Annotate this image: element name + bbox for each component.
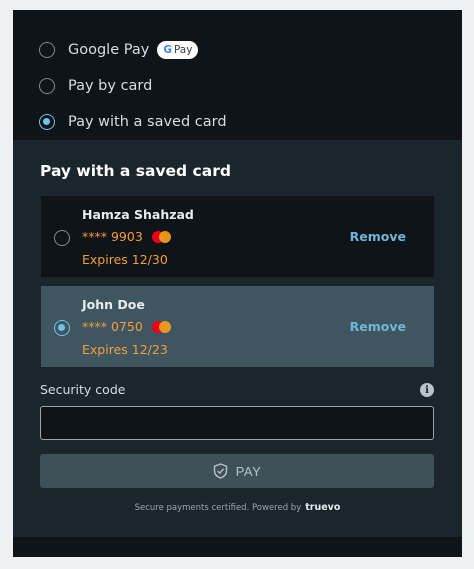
card-number-line: **** 9903 <box>82 229 172 244</box>
method-pay-by-card[interactable]: Pay by card <box>39 73 152 99</box>
saved-card-label: Pay with a saved card <box>68 114 227 130</box>
card-expiry: Expires 12/30 <box>82 252 168 267</box>
saved-card-row[interactable]: Hamza Shahzad **** 9903 Expires 12/30 Re… <box>41 196 434 277</box>
saved-card-radio-1[interactable] <box>54 230 70 246</box>
card-number: **** 9903 <box>82 229 143 244</box>
remove-card-button[interactable]: Remove <box>350 229 406 244</box>
pay-button-label: PAY <box>235 463 262 479</box>
cardholder-name: John Doe <box>82 297 145 312</box>
saved-card-radio-2[interactable] <box>54 320 70 336</box>
method-google-pay[interactable]: Google Pay G Pay <box>39 37 199 63</box>
payment-method-selector: Google Pay G Pay Pay by card Pay with a … <box>13 10 462 140</box>
pay-button[interactable]: PAY <box>40 454 434 488</box>
info-icon[interactable]: i <box>420 383 434 397</box>
mastercard-icon <box>151 320 172 333</box>
saved-card-row[interactable]: John Doe **** 0750 Expires 12/23 Remove <box>41 286 434 367</box>
card-number-line: **** 0750 <box>82 319 172 334</box>
mastercard-icon <box>151 230 172 243</box>
card-expiry: Expires 12/23 <box>82 342 168 357</box>
footer: Secure payments certified. Powered by tr… <box>13 502 462 513</box>
saved-card-radio[interactable] <box>39 114 55 130</box>
powered-by-brand: truevo <box>305 502 341 513</box>
cardholder-name: Hamza Shahzad <box>82 207 194 222</box>
pay-by-card-radio[interactable] <box>39 78 55 94</box>
google-pay-label: Google Pay <box>68 42 150 58</box>
security-code-input[interactable] <box>40 406 434 440</box>
google-pay-logo-icon: G Pay <box>157 41 199 59</box>
method-saved-card[interactable]: Pay with a saved card <box>39 109 227 135</box>
google-pay-radio[interactable] <box>39 42 55 58</box>
payment-widget: Google Pay G Pay Pay by card Pay with a … <box>13 10 462 557</box>
google-g-icon: G <box>163 44 172 56</box>
shield-check-icon <box>213 463 227 479</box>
saved-cards-title: Pay with a saved card <box>40 162 231 180</box>
bottom-bar <box>13 537 462 557</box>
security-code-label: Security code <box>40 382 126 397</box>
pay-by-card-label: Pay by card <box>68 78 153 94</box>
google-pay-badge-text: Pay <box>173 44 193 56</box>
footer-text: Secure payments certified. Powered by <box>134 502 302 513</box>
remove-card-button[interactable]: Remove <box>350 319 406 334</box>
card-number: **** 0750 <box>82 319 143 334</box>
